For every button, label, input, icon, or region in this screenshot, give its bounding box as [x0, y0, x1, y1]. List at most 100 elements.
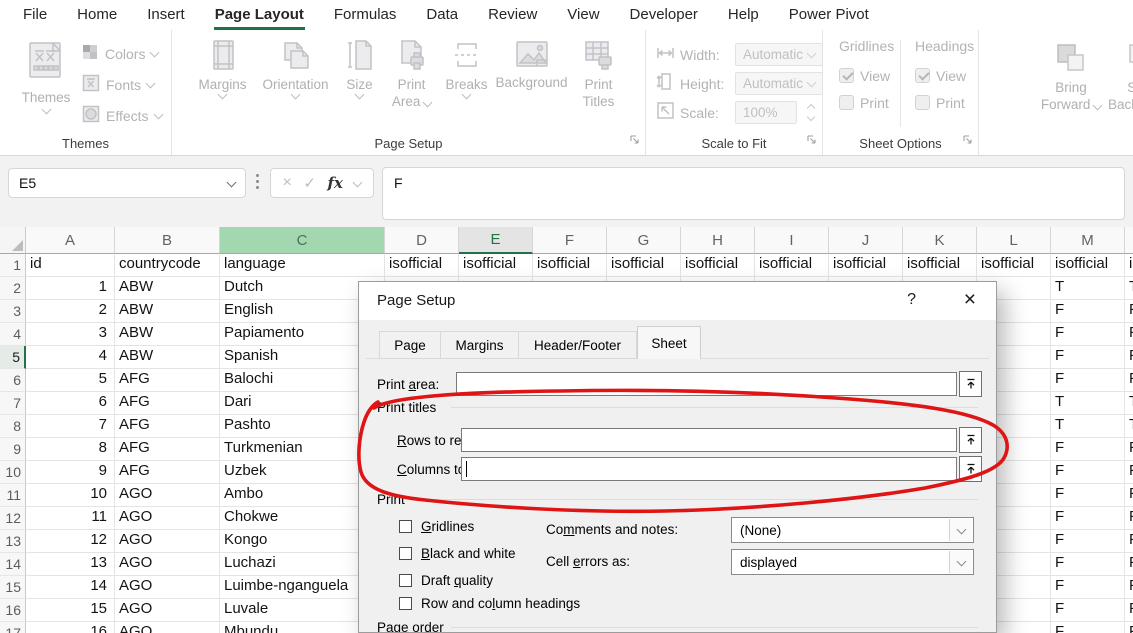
cell-C1[interactable]: language [220, 254, 385, 277]
row-header-1[interactable]: 1 [0, 254, 26, 277]
cell-M13[interactable]: F [1051, 530, 1125, 553]
cell-B3[interactable]: ABW [115, 300, 220, 323]
ribbon-tab-page-layout[interactable]: Page Layout [200, 0, 319, 30]
draft-quality-checkbox[interactable]: Draft quality [399, 571, 493, 589]
dialog-tab-margins[interactable]: Margins [441, 331, 519, 359]
comments-and-notes-select[interactable]: (None) [731, 517, 974, 543]
column-header-K[interactable]: K [903, 227, 977, 254]
cell-A1[interactable]: id [26, 254, 115, 277]
ribbon-tab-help[interactable]: Help [713, 0, 774, 30]
formula-bar-grip[interactable] [256, 174, 259, 191]
ribbon-tab-developer[interactable]: Developer [615, 0, 713, 30]
row-and-column-headings-checkbox[interactable]: Row and column headings [399, 594, 580, 612]
cell-A16[interactable]: 15 [26, 599, 115, 622]
row-header-8[interactable]: 8 [0, 415, 26, 438]
row-header-4[interactable]: 4 [0, 323, 26, 346]
cell-N16[interactable]: F [1125, 599, 1133, 622]
cell-B11[interactable]: AGO [115, 484, 220, 507]
cell-I1[interactable]: isofficial [755, 254, 829, 277]
cell-G1[interactable]: isofficial [607, 254, 681, 277]
cell-B8[interactable]: AFG [115, 415, 220, 438]
dialog-tab-sheet[interactable]: Sheet [637, 326, 701, 359]
gridlines-checkbox[interactable]: Gridlines [399, 517, 474, 535]
cell-N3[interactable]: F [1125, 300, 1133, 323]
column-header-G[interactable]: G [607, 227, 681, 254]
cell-M4[interactable]: F [1051, 323, 1125, 346]
cell-N9[interactable]: F [1125, 438, 1133, 461]
cell-L1[interactable]: isofficial [977, 254, 1051, 277]
row-header-10[interactable]: 10 [0, 461, 26, 484]
ribbon-tab-power-pivot[interactable]: Power Pivot [774, 0, 884, 30]
print-area-input[interactable] [456, 372, 957, 396]
ribbon-tab-view[interactable]: View [552, 0, 614, 30]
dropdown-chevron-icon[interactable] [949, 519, 972, 541]
ribbon-tab-file[interactable]: File [8, 0, 62, 30]
cell-N6[interactable]: F [1125, 369, 1133, 392]
cell-A12[interactable]: 11 [26, 507, 115, 530]
ribbon-tab-home[interactable]: Home [62, 0, 132, 30]
cell-M9[interactable]: F [1051, 438, 1125, 461]
cell-A2[interactable]: 1 [26, 277, 115, 300]
ribbon-tab-insert[interactable]: Insert [132, 0, 200, 30]
cell-B15[interactable]: AGO [115, 576, 220, 599]
cell-A8[interactable]: 7 [26, 415, 115, 438]
cell-B6[interactable]: AFG [115, 369, 220, 392]
cell-N8[interactable]: T [1125, 415, 1133, 438]
cell-B14[interactable]: AGO [115, 553, 220, 576]
dropdown-chevron-icon[interactable] [949, 551, 972, 573]
row-header-15[interactable]: 15 [0, 576, 26, 599]
cell-A13[interactable]: 12 [26, 530, 115, 553]
cell-N11[interactable]: F [1125, 484, 1133, 507]
cell-N4[interactable]: F [1125, 323, 1133, 346]
formula-input[interactable]: F [382, 167, 1125, 220]
cell-A9[interactable]: 8 [26, 438, 115, 461]
cell-B2[interactable]: ABW [115, 277, 220, 300]
cell-N14[interactable]: F [1125, 553, 1133, 576]
column-header-E[interactable]: E [459, 227, 533, 254]
ribbon-tab-formulas[interactable]: Formulas [319, 0, 412, 30]
cell-M1[interactable]: isofficial [1051, 254, 1125, 277]
ribbon-tab-review[interactable]: Review [473, 0, 552, 30]
cell-B13[interactable]: AGO [115, 530, 220, 553]
cell-H1[interactable]: isofficial [681, 254, 755, 277]
close-icon[interactable]: × [964, 288, 976, 312]
column-header-C[interactable]: C [220, 227, 385, 254]
cell-M16[interactable]: F [1051, 599, 1125, 622]
cell-K1[interactable]: isofficial [903, 254, 977, 277]
cell-M12[interactable]: F [1051, 507, 1125, 530]
cell-M15[interactable]: F [1051, 576, 1125, 599]
row-header-3[interactable]: 3 [0, 300, 26, 323]
cell-D1[interactable]: isofficial [385, 254, 459, 277]
cell-N15[interactable]: F [1125, 576, 1133, 599]
cell-N5[interactable]: F [1125, 346, 1133, 369]
cell-M7[interactable]: T [1051, 392, 1125, 415]
collapse-dialog-icon[interactable] [959, 456, 982, 482]
cell-B7[interactable]: AFG [115, 392, 220, 415]
cell-B1[interactable]: countrycode [115, 254, 220, 277]
cell-E1[interactable]: isofficial [459, 254, 533, 277]
black-and-white-checkbox[interactable]: Black and white [399, 544, 516, 562]
column-header-F[interactable]: F [533, 227, 607, 254]
column-header-H[interactable]: H [681, 227, 755, 254]
cell-A4[interactable]: 3 [26, 323, 115, 346]
column-header-D[interactable]: D [385, 227, 459, 254]
cell-N1[interactable]: isofficial [1125, 254, 1133, 277]
cell-M17[interactable]: F [1051, 622, 1125, 633]
cell-errors-select[interactable]: displayed [731, 549, 974, 575]
cell-M6[interactable]: F [1051, 369, 1125, 392]
cell-M10[interactable]: F [1051, 461, 1125, 484]
cell-B17[interactable]: AGO [115, 622, 220, 633]
cell-B9[interactable]: AFG [115, 438, 220, 461]
collapse-dialog-icon[interactable] [959, 427, 982, 453]
chevron-down-icon[interactable] [353, 177, 363, 187]
row-header-11[interactable]: 11 [0, 484, 26, 507]
rows-to-repeat-input[interactable] [461, 428, 957, 452]
cell-N7[interactable]: T [1125, 392, 1133, 415]
row-header-17[interactable]: 17 [0, 622, 26, 633]
cell-N2[interactable]: T [1125, 277, 1133, 300]
cell-A7[interactable]: 6 [26, 392, 115, 415]
name-box[interactable]: E5 [8, 168, 246, 198]
row-header-7[interactable]: 7 [0, 392, 26, 415]
cell-M2[interactable]: T [1051, 277, 1125, 300]
dialog-tab-header-footer[interactable]: Header/Footer [519, 331, 637, 359]
